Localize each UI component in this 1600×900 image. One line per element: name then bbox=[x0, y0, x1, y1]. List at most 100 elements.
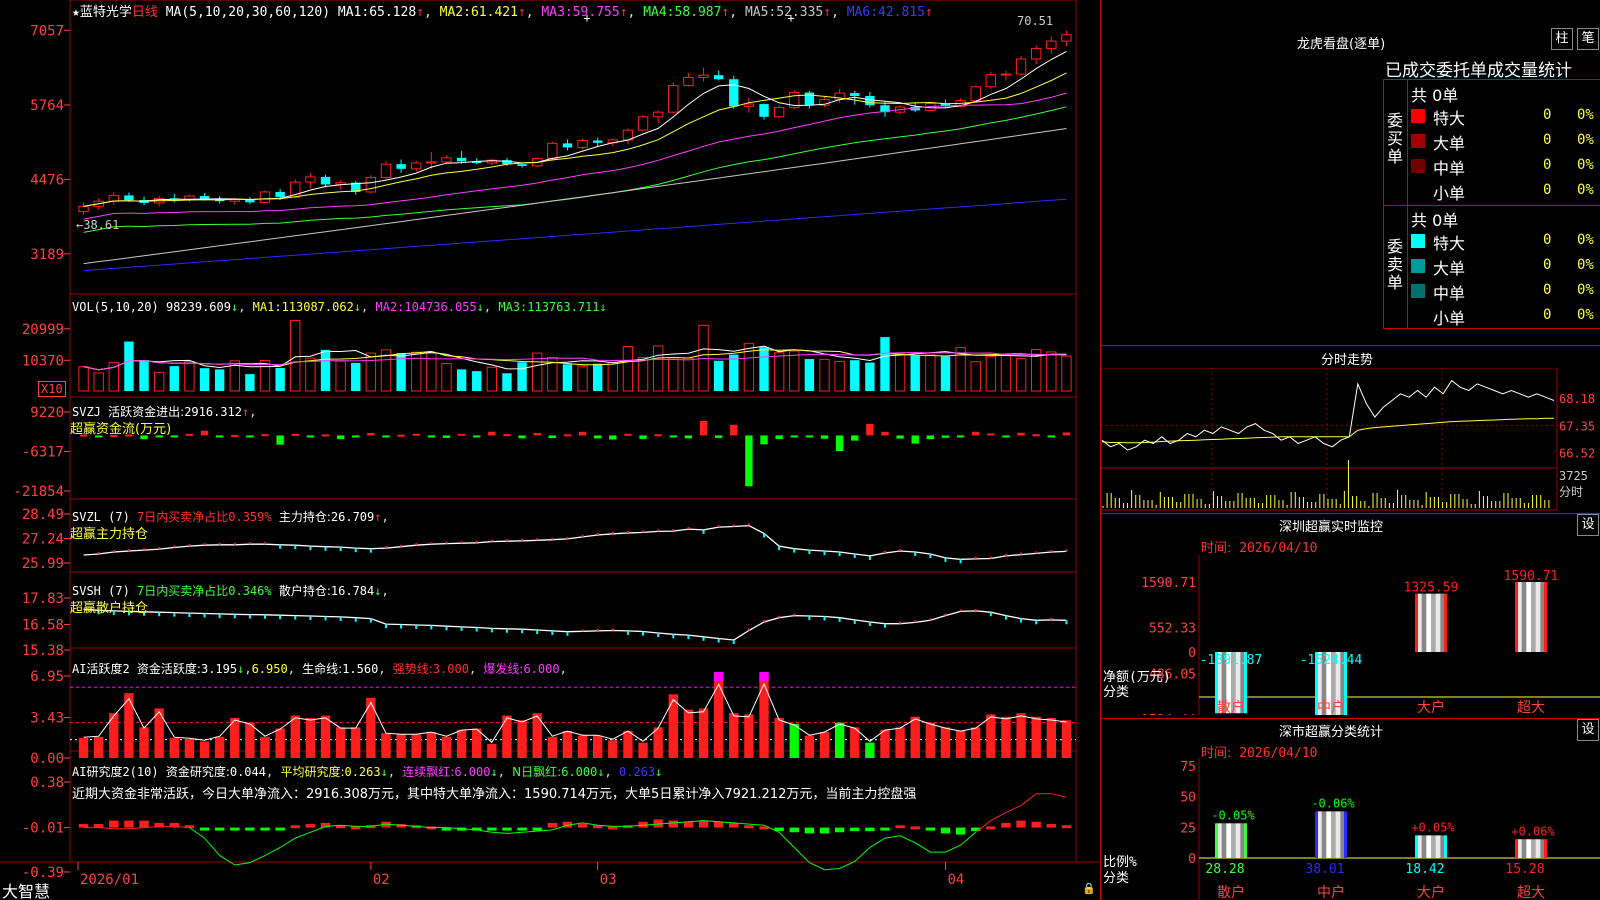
ai-research-header: AI研究度2(10) 资金研究度:0.044, 平均研究度:0.263↓, 连续… bbox=[72, 765, 663, 779]
activity-bar bbox=[169, 737, 179, 758]
ma-params: MA(5,10,20,30,60,120) bbox=[165, 5, 331, 20]
activity-bar bbox=[78, 737, 89, 758]
candle-body bbox=[577, 139, 588, 148]
research-bar bbox=[880, 827, 890, 831]
volume-bar bbox=[1061, 355, 1072, 392]
kline-panel[interactable]: + + bbox=[78, 11, 1072, 271]
szc-value-label: 15.28 bbox=[1505, 862, 1544, 877]
szc-category: 大户 bbox=[1417, 884, 1445, 900]
fund-flow-bar bbox=[306, 435, 315, 438]
bar-mode-button[interactable]: 柱 bbox=[1551, 28, 1573, 50]
fund-flow-bar bbox=[851, 435, 859, 441]
volume-bar bbox=[124, 341, 134, 391]
activity-bar bbox=[547, 736, 558, 758]
szc-bar-strip bbox=[1335, 811, 1341, 858]
activity-bar bbox=[1016, 713, 1026, 758]
szc-y-tick: 0 bbox=[1188, 852, 1196, 867]
candle-body bbox=[804, 92, 815, 106]
buy-row-label: 大单 bbox=[1433, 134, 1466, 153]
svsh-y-tick: 16.58 bbox=[22, 618, 64, 634]
volume-panel[interactable] bbox=[78, 320, 1072, 392]
research-bar bbox=[78, 824, 89, 828]
sell-row-label: 中单 bbox=[1433, 284, 1466, 303]
research-bar bbox=[1046, 824, 1057, 828]
activity-bar bbox=[260, 736, 270, 758]
szc-bar-edge bbox=[1444, 835, 1447, 858]
candle-body bbox=[441, 157, 452, 163]
volume-bar bbox=[441, 362, 452, 392]
research-bar bbox=[1061, 825, 1072, 829]
research-bar bbox=[834, 827, 845, 833]
buy-swatch bbox=[1411, 134, 1425, 148]
minute-chart[interactable]: 68.18 67.35 66.52 3725 分时 bbox=[1101, 368, 1600, 513]
volume-bar bbox=[985, 355, 997, 392]
volume-bar bbox=[305, 357, 316, 392]
research-bar bbox=[577, 824, 588, 828]
buy-side-label: 委买单 bbox=[1387, 111, 1404, 166]
volume-bar bbox=[759, 347, 769, 391]
volume-bar bbox=[562, 364, 573, 391]
svsh-panel[interactable] bbox=[83, 608, 1068, 645]
activity-bar bbox=[562, 730, 573, 758]
volume-bar bbox=[169, 366, 179, 391]
sz-monitor-chart[interactable]: 1590.71552.330-486.05-1524.44净额(万元)分类-13… bbox=[1101, 555, 1600, 715]
szm-bar-edge bbox=[1444, 593, 1447, 652]
szm-value-label: 1590.71 bbox=[1504, 569, 1559, 584]
app-logo[interactable]: 大智慧 bbox=[2, 878, 50, 900]
szc-bar-strip bbox=[1221, 823, 1227, 858]
buy-row-3: 小单 0 0% bbox=[1411, 180, 1600, 203]
ai-research-panel[interactable] bbox=[78, 793, 1072, 871]
fund-flow-bar bbox=[1047, 435, 1056, 438]
research-bar bbox=[955, 827, 966, 835]
star-icon[interactable]: ★ bbox=[72, 5, 80, 20]
activity-bar bbox=[1001, 716, 1011, 758]
research-bar bbox=[275, 827, 285, 831]
volume-bar bbox=[351, 362, 361, 391]
ai-active-header: AI活跃度2 资金活跃度:3.195↓,6.950, 生命线:1.560, 强势… bbox=[72, 662, 567, 676]
tick-mode-button[interactable]: 笔 bbox=[1577, 28, 1599, 50]
minute-vol-unit: 分时 bbox=[1559, 485, 1583, 499]
sz-class-chart[interactable]: 75 50 25 0 比例%分类 -0.05% 28.28 散户 -0.06% 38.01 中户 +0… bbox=[1101, 758, 1600, 900]
szm-value-label: 1325.59 bbox=[1404, 581, 1459, 596]
svsh-subtitle: 超赢散户持仓 bbox=[70, 601, 149, 616]
szm-category: 大户 bbox=[1417, 699, 1445, 715]
candle-body bbox=[970, 86, 981, 102]
lock-icon[interactable]: 🔒 bbox=[1082, 882, 1096, 895]
vol-unit[interactable]: X10 bbox=[38, 381, 66, 397]
fund-flow-bar bbox=[926, 435, 935, 440]
period-label[interactable]: 日线 bbox=[132, 5, 158, 20]
svzj-panel[interactable] bbox=[79, 420, 1071, 487]
svzl-panel[interactable] bbox=[83, 523, 1068, 564]
volume-bar bbox=[108, 362, 119, 392]
fund-flow-bar bbox=[548, 435, 557, 439]
szc-category: 超大 bbox=[1517, 885, 1545, 900]
ai-active-panel[interactable] bbox=[70, 672, 1076, 758]
sell-row-value: 0 bbox=[1543, 282, 1552, 298]
volume-bar bbox=[320, 349, 331, 391]
research-bar bbox=[895, 825, 905, 829]
research-bar bbox=[214, 827, 225, 831]
kline-y-tick: 5764 bbox=[30, 98, 64, 114]
sell-row-1: 大单 0 0% bbox=[1411, 255, 1600, 278]
sz-monitor-settings-button[interactable]: 设 bbox=[1577, 514, 1599, 536]
ma4-line bbox=[83, 106, 1067, 233]
activity-bar bbox=[184, 739, 195, 758]
fund-flow-bar bbox=[503, 434, 511, 437]
fund-flow-bar bbox=[246, 435, 254, 438]
szc-bar-edge bbox=[1544, 839, 1547, 858]
szc-bar bbox=[1415, 835, 1447, 858]
szm-category: 中户 bbox=[1317, 699, 1345, 715]
sell-total: 共 0单 bbox=[1411, 211, 1459, 230]
buy-total: 共 0单 bbox=[1411, 86, 1459, 105]
candle-body bbox=[1046, 40, 1057, 50]
research-bar bbox=[668, 820, 678, 828]
szc-value-label: 28.28 bbox=[1205, 862, 1244, 877]
candle-body bbox=[320, 176, 331, 185]
volume-bar bbox=[910, 355, 920, 391]
fund-flow-bar bbox=[457, 433, 466, 436]
szm-bar-strip bbox=[1421, 593, 1427, 652]
sz-class-settings-button[interactable]: 设 bbox=[1577, 719, 1599, 741]
fund-flow-bar bbox=[805, 435, 814, 438]
fund-flow-bar bbox=[1002, 435, 1010, 438]
burst-marker bbox=[759, 672, 769, 681]
